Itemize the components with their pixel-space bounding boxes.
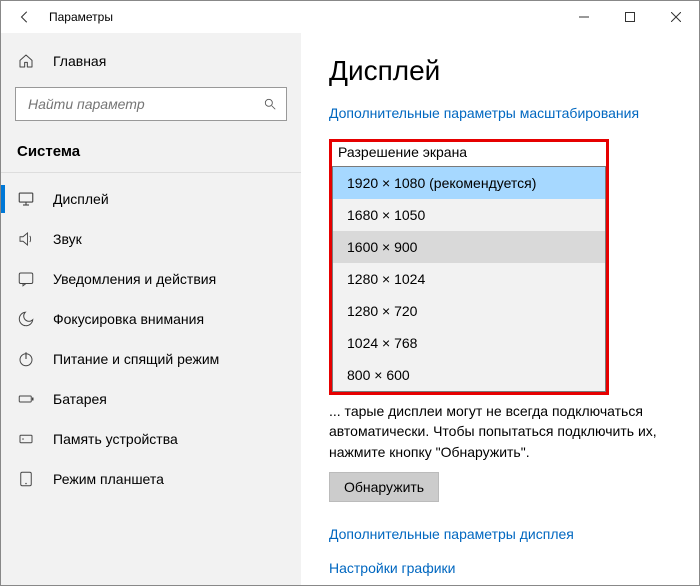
sidebar-item-storage[interactable]: Память устройства [1, 419, 301, 459]
sidebar-item-display[interactable]: Дисплей [1, 179, 301, 219]
detect-button[interactable]: Обнаружить [329, 472, 439, 502]
divider [1, 172, 301, 173]
page-title: Дисплей [329, 55, 679, 87]
search-icon [262, 96, 278, 112]
detect-description: ... тарые дисплеи могут не всегда подклю… [329, 401, 679, 462]
sidebar-item-label: Питание и спящий режим [53, 351, 219, 367]
home-icon [17, 52, 35, 70]
sidebar-home-label: Главная [53, 53, 106, 69]
sidebar-item-focus[interactable]: Фокусировка внимания [1, 299, 301, 339]
resolution-option[interactable]: 1024 × 768 [333, 327, 605, 359]
window-title: Параметры [41, 10, 113, 24]
resolution-dropdown-highlight: Разрешение экрана 1920 × 1080 (рекоменду… [329, 139, 609, 395]
storage-icon [17, 430, 35, 448]
sidebar-item-tablet[interactable]: Режим планшета [1, 459, 301, 499]
resolution-option[interactable]: 800 × 600 [333, 359, 605, 391]
sidebar-item-label: Память устройства [53, 431, 178, 447]
advanced-display-link[interactable]: Дополнительные параметры дисплея [329, 526, 679, 542]
resolution-option[interactable]: 1280 × 1024 [333, 263, 605, 295]
minimize-button[interactable] [561, 1, 607, 33]
sidebar-item-sound[interactable]: Звук [1, 219, 301, 259]
resolution-option[interactable]: 1920 × 1080 (рекомендуется) [333, 167, 605, 199]
resolution-dropdown[interactable]: 1920 × 1080 (рекомендуется) 1680 × 1050 … [332, 166, 606, 392]
scaling-settings-link[interactable]: Дополнительные параметры масштабирования [329, 105, 639, 121]
focus-icon [17, 310, 35, 328]
sidebar-item-label: Фокусировка внимания [53, 311, 204, 327]
sidebar-home[interactable]: Главная [1, 41, 301, 81]
back-button[interactable] [9, 1, 41, 33]
graphics-settings-link[interactable]: Настройки графики [329, 560, 679, 576]
search-input[interactable] [26, 95, 262, 113]
sidebar-item-label: Уведомления и действия [53, 271, 216, 287]
battery-icon [17, 390, 35, 408]
resolution-option[interactable]: 1680 × 1050 [333, 199, 605, 231]
close-button[interactable] [653, 1, 699, 33]
sidebar-item-power[interactable]: Питание и спящий режим [1, 339, 301, 379]
power-icon [17, 350, 35, 368]
content: Дисплей Дополнительные параметры масштаб… [301, 33, 699, 585]
sidebar-category: Система [1, 131, 301, 170]
search-input-wrap[interactable] [15, 87, 287, 121]
resolution-label: Разрешение экрана [332, 142, 606, 166]
sidebar-item-label: Дисплей [53, 191, 109, 207]
notifications-icon [17, 270, 35, 288]
sidebar-item-notifications[interactable]: Уведомления и действия [1, 259, 301, 299]
maximize-button[interactable] [607, 1, 653, 33]
sidebar-item-label: Батарея [53, 391, 107, 407]
sound-icon [17, 230, 35, 248]
sidebar-item-label: Режим планшета [53, 471, 164, 487]
resolution-option[interactable]: 1280 × 720 [333, 295, 605, 327]
sidebar-item-battery[interactable]: Батарея [1, 379, 301, 419]
resolution-option[interactable]: 1600 × 900 [333, 231, 605, 263]
display-icon [17, 190, 35, 208]
titlebar: Параметры [1, 1, 699, 33]
tablet-icon [17, 470, 35, 488]
sidebar: Главная Система Дисплей Звук [1, 33, 301, 585]
sidebar-item-label: Звук [53, 231, 82, 247]
